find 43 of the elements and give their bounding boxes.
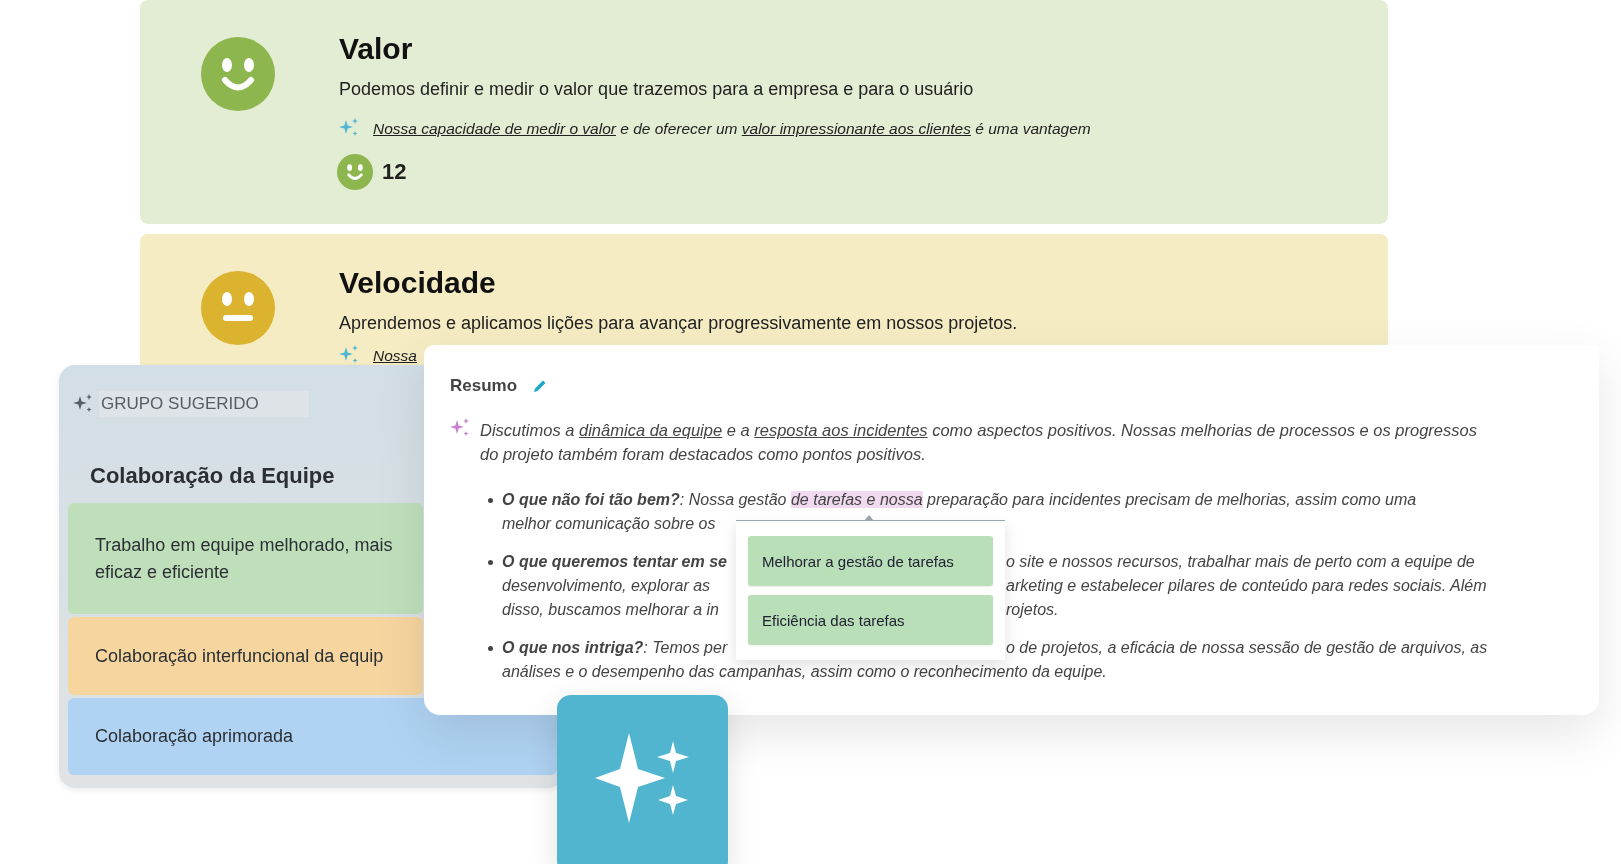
summary-title: Resumo — [450, 376, 518, 396]
bullet-text: O que queremos tentar em se — [502, 552, 728, 572]
summary-paragraph: Discutimos a dinâmica da equipe e a resposta aos incidentes como aspectos positivos. Nossas melhorias de processos e os progressos do projeto também foram destacados como pontos positivos. — [480, 420, 1478, 465]
bullet-icon — [488, 498, 493, 503]
sparkle-icon — [73, 394, 93, 414]
link[interactable]: resposta aos incidentes — [754, 421, 928, 439]
sparkle-icon — [339, 118, 359, 138]
card-description: Podemos definir e medir o valor que trazemos para a empresa e para o usuário — [339, 79, 975, 100]
neutral-face-icon — [201, 271, 275, 345]
card-description: Aprendemos e aplicamos lições para avançar progressivamente em nossos projetos. — [339, 313, 1018, 334]
vote-count: 12 — [382, 159, 407, 185]
sticky-note[interactable]: Colaboração aprimorada — [68, 698, 557, 775]
smiley-face-icon — [201, 37, 275, 111]
smiley-face-icon — [337, 154, 373, 190]
ai-sparkle-tile[interactable] — [557, 695, 728, 864]
bullet-text: melhor comunicação sobre os — [502, 514, 716, 534]
sticky-note[interactable]: Trabalho em equipe melhorado, mais eficaz e eficiente — [68, 503, 423, 614]
link[interactable]: dinâmica da equipe — [579, 421, 723, 439]
card-title: Velocidade — [339, 268, 497, 298]
bullet-text: arketing e estabelecer pilares de conteúdo para redes sociais. Além — [1006, 576, 1487, 596]
bullet-text: O que nos intriga?: Temos per — [502, 638, 729, 658]
group-label: GRUPO SUGERIDO — [99, 391, 309, 417]
card-title: Valor — [339, 34, 414, 64]
bullet-text: O que não foi tão bem?: Nossa gestão de tarefas e nossa preparação para incidentes precisam de melhorias, assim como uma — [502, 490, 1417, 510]
suggestion-option[interactable]: Melhorar a gestão de tarefas — [748, 536, 993, 586]
link[interactable]: valor impressionante aos clientes — [741, 119, 971, 137]
suggestion-option[interactable]: Eficiência das tarefas — [748, 595, 993, 645]
link[interactable]: Nossa capacidade de medir o valor — [373, 119, 616, 137]
link[interactable]: Nossa — [373, 346, 417, 364]
bullet-text: o site e nossos recursos, trabalhar mais de perto com a equipe de — [1006, 552, 1476, 572]
insight-text: Nossa capacidade de medir o valor e de oferecer um valor impressionante aos clientes é uma vantagem — [373, 120, 1091, 136]
bullet-text: o de projetos, a eficácia de nossa sessão de gestão de arquivos, as — [1006, 638, 1488, 658]
bullet-text: disso, buscamos melhorar a in — [502, 600, 720, 620]
pencil-icon[interactable] — [533, 379, 548, 393]
bullet-text: análises e o desempenho das campanhas, assim como o reconhecimento da equipe. — [502, 662, 1107, 682]
bullet-text: desenvolvimento, explorar as — [502, 576, 712, 596]
sparkle-icon — [450, 418, 470, 438]
bullet-text: rojetos. — [1006, 600, 1060, 620]
bullet-icon — [488, 560, 493, 565]
group-title: Colaboração da Equipe — [90, 463, 335, 490]
sticky-note[interactable]: Colaboração interfuncional da equip — [68, 617, 423, 695]
sparkle-icon — [339, 345, 359, 365]
bullet-icon — [488, 646, 493, 651]
